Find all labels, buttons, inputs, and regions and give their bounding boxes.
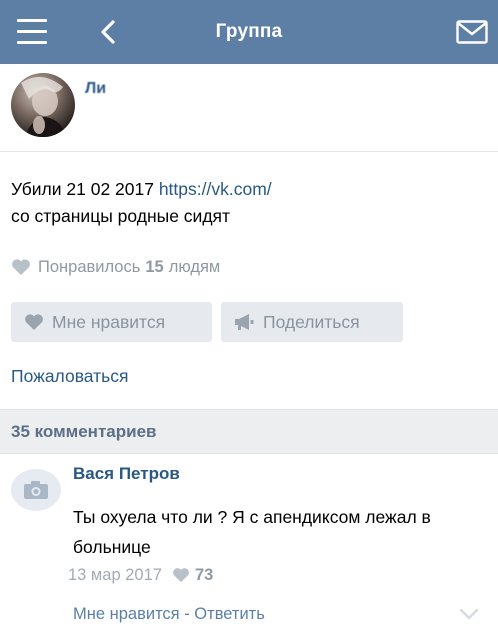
comments-header: 35 комментариев	[0, 409, 498, 454]
comments-count: 35 комментариев	[11, 421, 157, 441]
share-button-label: Поделиться	[263, 311, 360, 332]
chevron-down-icon[interactable]	[458, 607, 480, 621]
comment-like-action[interactable]: Мне нравится	[73, 605, 180, 623]
likes-prefix: Понравилось	[38, 257, 141, 276]
post-text-line2: со страницы родные сидят	[11, 206, 231, 226]
likes-summary[interactable]: Понравилось 15 людям	[11, 256, 220, 278]
megaphone-icon	[235, 314, 254, 330]
comment-meta: 13 мар 2017 73	[68, 564, 213, 586]
share-button[interactable]: Поделиться	[221, 302, 403, 342]
comment-actions: Мне нравится - Ответить	[73, 605, 265, 624]
post-text: Убили 21 02 2017 https://vk.com/ со стра…	[11, 176, 491, 230]
comment-likes-count: 73	[194, 565, 214, 584]
comment-author[interactable]: Вася Петров	[73, 464, 180, 484]
post-author-name[interactable]: Ли	[85, 80, 106, 98]
likes-count: 15	[145, 257, 164, 276]
post-author-header: Ли	[0, 64, 498, 152]
comment-reply-action[interactable]: Ответить	[194, 605, 265, 623]
like-button-label: Мне нравится	[52, 311, 166, 332]
back-icon[interactable]	[97, 18, 121, 46]
heart-icon[interactable]	[172, 567, 190, 583]
post-link[interactable]: https://vk.com/	[159, 179, 272, 199]
top-bar: Группа	[0, 0, 498, 64]
comment-text: Ты охуела что ли ? Я с апендиксом лежал …	[73, 507, 431, 557]
likes-suffix: людям	[168, 257, 221, 276]
comment-date: 13 мар 2017	[68, 565, 162, 584]
page-title: Группа	[215, 21, 283, 42]
report-link[interactable]: Пожаловаться	[11, 366, 129, 387]
comment-actions-separator: -	[179, 605, 195, 623]
like-button[interactable]: Мне нравится	[11, 302, 212, 342]
comment-avatar[interactable]	[11, 469, 61, 511]
avatar[interactable]	[11, 73, 75, 137]
heart-icon	[12, 259, 30, 275]
mail-icon[interactable]	[456, 20, 488, 44]
post-text-line1: Убили 21 02 2017	[11, 179, 159, 199]
camera-icon	[24, 481, 48, 499]
menu-icon[interactable]	[17, 19, 47, 45]
heart-icon	[25, 314, 43, 330]
